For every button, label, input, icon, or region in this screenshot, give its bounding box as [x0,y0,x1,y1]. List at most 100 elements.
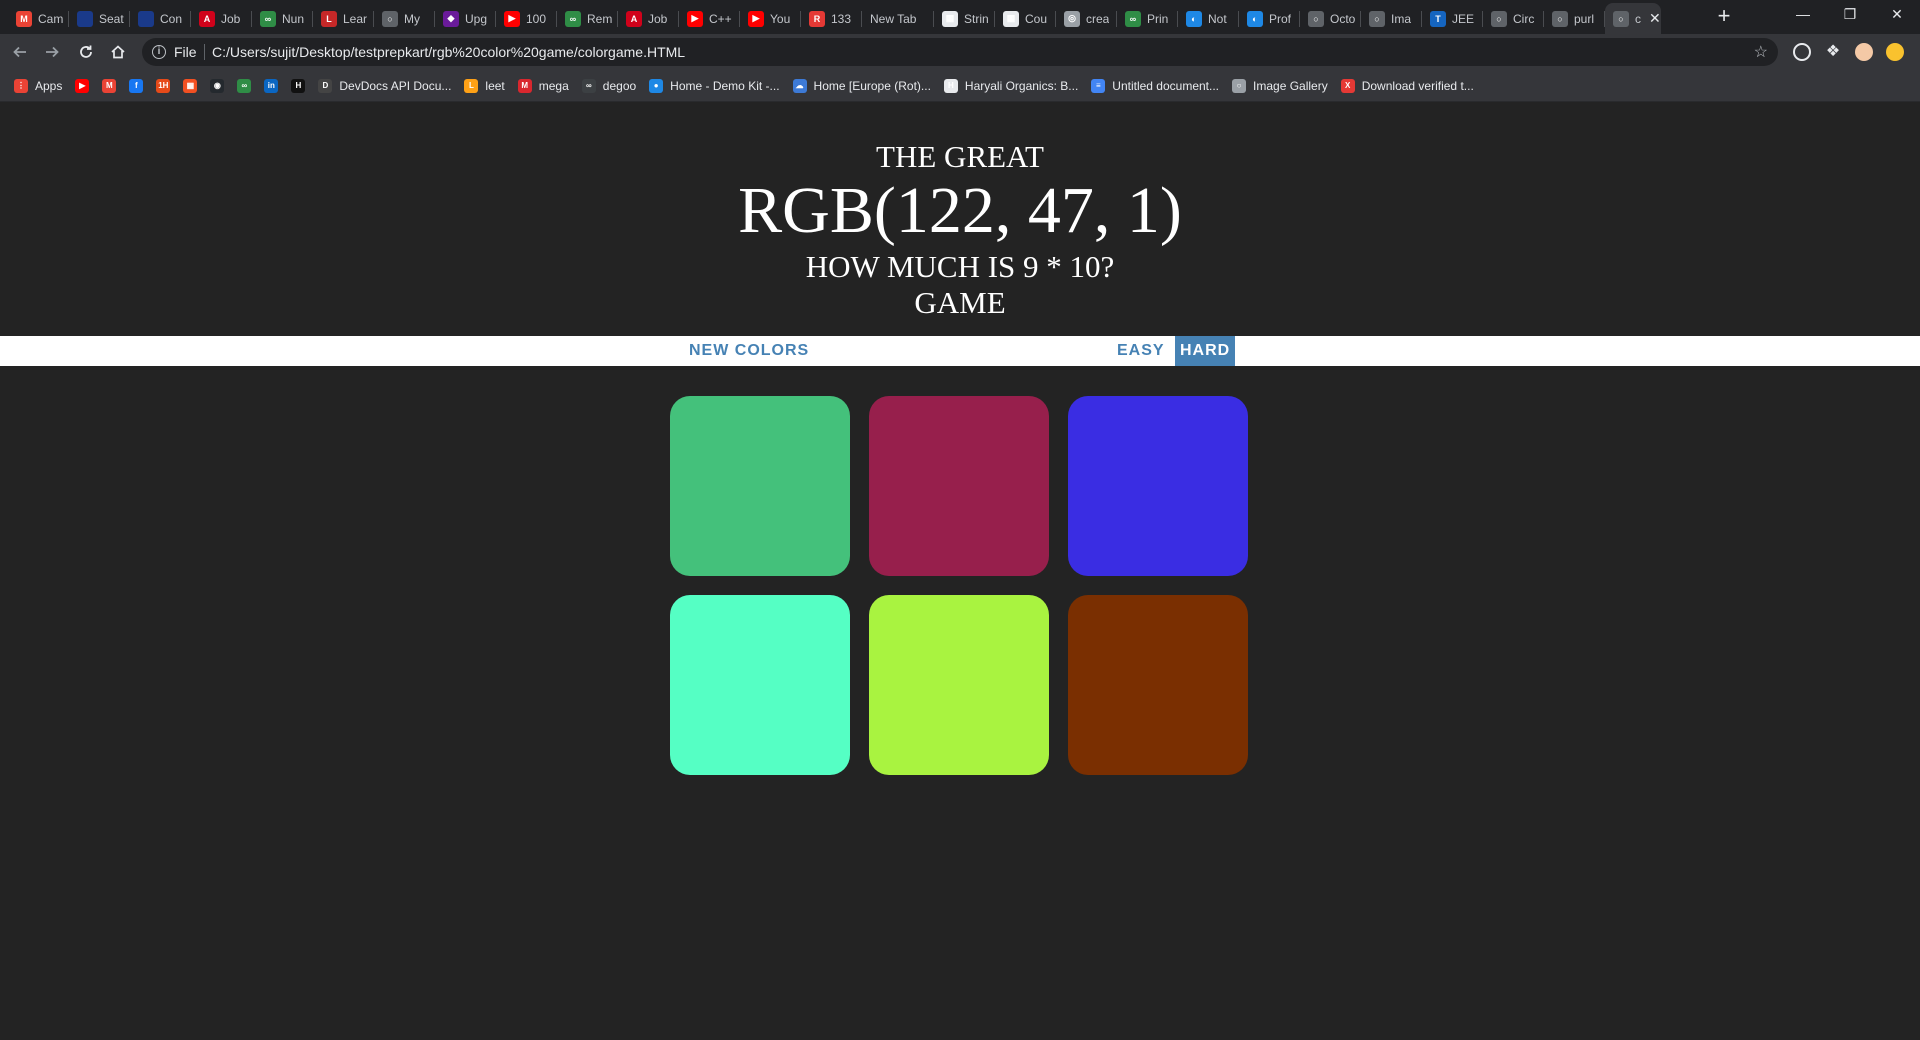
bookmark-label: Haryali Organics: B... [964,78,1079,93]
color-square[interactable] [1068,396,1248,576]
tab[interactable]: ∞ Prin [1117,3,1178,34]
color-square[interactable] [869,396,1049,576]
tab-title: JEE [1452,11,1475,26]
bookmark-item[interactable]: H Haryali Organics: B... [943,78,1079,93]
tab[interactable]: ○ My [374,3,435,34]
bookmark-item[interactable]: ○ Image Gallery [1232,78,1328,93]
bookmark-item[interactable]: ◉ [210,78,225,93]
tab[interactable]: Con [130,3,191,34]
bookmark-item[interactable]: ∞ [237,78,252,93]
color-square[interactable] [869,595,1049,775]
extension-clock-icon[interactable] [1793,43,1811,61]
info-icon[interactable]: i [152,45,166,59]
bookmark-item[interactable]: f [129,78,144,93]
gmail-icon: M [102,78,117,93]
maximize-button[interactable]: ❐ [1827,0,1873,30]
bookmark-item[interactable]: ⋮ Apps [14,78,63,93]
globe-icon: ○ [382,10,398,27]
tab[interactable]: ○ Ima [1361,3,1422,34]
tab-title: Cam [38,11,64,26]
tab[interactable]: ▶ You [740,3,801,34]
tab[interactable]: L Lear [313,3,374,34]
tab[interactable]: A Job [618,3,679,34]
reload-button[interactable] [72,39,100,65]
globe-icon: ○ [1613,10,1629,27]
tab[interactable]: ▦ Cou [995,3,1056,34]
tab[interactable]: New Tab [862,3,934,34]
tab-title: You [770,11,791,26]
tab[interactable]: ○ purl [1544,3,1605,34]
home-icon [111,45,125,59]
close-tab-icon[interactable]: ✕ [1649,10,1661,27]
bookmark-item[interactable]: ≡ Untitled document... [1091,78,1219,93]
back-button[interactable] [6,39,34,65]
tab[interactable]: ◐ Prof [1239,3,1300,34]
forward-button[interactable] [38,39,66,65]
color-square[interactable] [670,595,850,775]
bookmark-item[interactable]: D DevDocs API Docu... [318,78,452,93]
github-icon: ◉ [210,78,225,93]
tab[interactable]: A Job [191,3,252,34]
tab[interactable]: ▶ 100 [496,3,557,34]
aow-icon: A [199,10,215,27]
bookmark-label: DevDocs API Docu... [339,78,452,93]
minimize-button[interactable]: — [1780,0,1826,30]
extensions-puzzle-icon[interactable]: ❖ [1824,43,1842,61]
color-square[interactable] [670,396,850,576]
tab[interactable]: ◆ Upg [435,3,496,34]
bookmark-label: Image Gallery [1253,78,1328,93]
x-icon: X [1340,78,1355,93]
tab[interactable]: M Cam [8,3,69,34]
tab[interactable]: ▶ C++ [679,3,740,34]
bookmark-item[interactable]: in [264,78,279,93]
address-bar[interactable]: i File C:/Users/sujit/Desktop/testprepka… [142,38,1778,66]
globe-icon: ○ [1491,10,1507,27]
bookmark-label: Download verified t... [1361,78,1474,93]
tab[interactable]: ◎ crea [1056,3,1117,34]
bookmark-item[interactable]: ☁ Home [Europe (Rot)... [792,78,931,93]
easy-mode-button[interactable]: EASY [1112,336,1170,366]
extension-yellow-icon[interactable] [1886,43,1904,61]
color-square[interactable] [1068,595,1248,775]
tab[interactable]: ∞ Nun [252,3,313,34]
bookmark-item[interactable]: Mmega [517,78,569,93]
bookmark-item[interactable]: H [291,78,306,93]
bookmark-item[interactable]: ▦ [183,78,198,93]
tab[interactable]: R 133 [801,3,862,34]
tab[interactable]: ◐ Not [1178,3,1239,34]
tab-active[interactable]: ○ c ✕ [1605,3,1661,34]
tab[interactable]: ○ Octo [1300,3,1361,34]
book-icon: L [321,10,337,27]
profile-avatar[interactable] [1855,43,1873,61]
bookmark-item[interactable]: ▶ [75,78,90,93]
home-button[interactable] [104,39,132,65]
bookmark-label: Apps [35,78,63,93]
bookmark-item[interactable]: X Download verified t... [1340,78,1474,93]
tab[interactable]: T JEE [1422,3,1483,34]
tab-title: 133 [831,11,852,26]
url-text[interactable]: C:/Users/sujit/Desktop/testprepkart/rgb%… [212,44,685,60]
tab[interactable]: ▦ Strin [934,3,995,34]
new-tab-button[interactable]: + [1710,4,1738,30]
bookmark-item[interactable]: ● Home - Demo Kit -... [649,78,780,93]
bookmark-item[interactable]: ∞ degoo [581,78,636,93]
tab[interactable]: ∞ Rem [557,3,618,34]
youtube-icon: ▶ [687,10,703,27]
bookmark-label: leet [485,78,505,93]
linkedin-icon: in [264,78,279,93]
bookmark-item[interactable]: M [102,78,117,93]
arrow-right-icon [46,46,59,58]
tab-title: Nun [282,11,305,26]
bookmark-item[interactable]: Lleet [464,78,505,93]
tab[interactable]: ○ Circ [1483,3,1544,34]
close-window-button[interactable]: ✕ [1874,0,1920,30]
bookmarks-bar: ⋮ Apps ▶ Mf 1H ▦ ◉ ∞ in H D DevDocs API Docu... Llee… [0,70,1920,102]
haryali-icon: H [943,78,958,93]
bookmark-item[interactable]: 1H [156,78,171,93]
hard-mode-button[interactable]: HARD [1175,336,1236,366]
new-colors-button[interactable]: NEW COLORS [684,336,814,366]
title-line-4: GAME [914,285,1006,320]
bookmark-star-icon[interactable]: ☆ [1754,42,1768,62]
bookmark-label: mega [538,78,569,93]
tab[interactable]: Seat [69,3,130,34]
